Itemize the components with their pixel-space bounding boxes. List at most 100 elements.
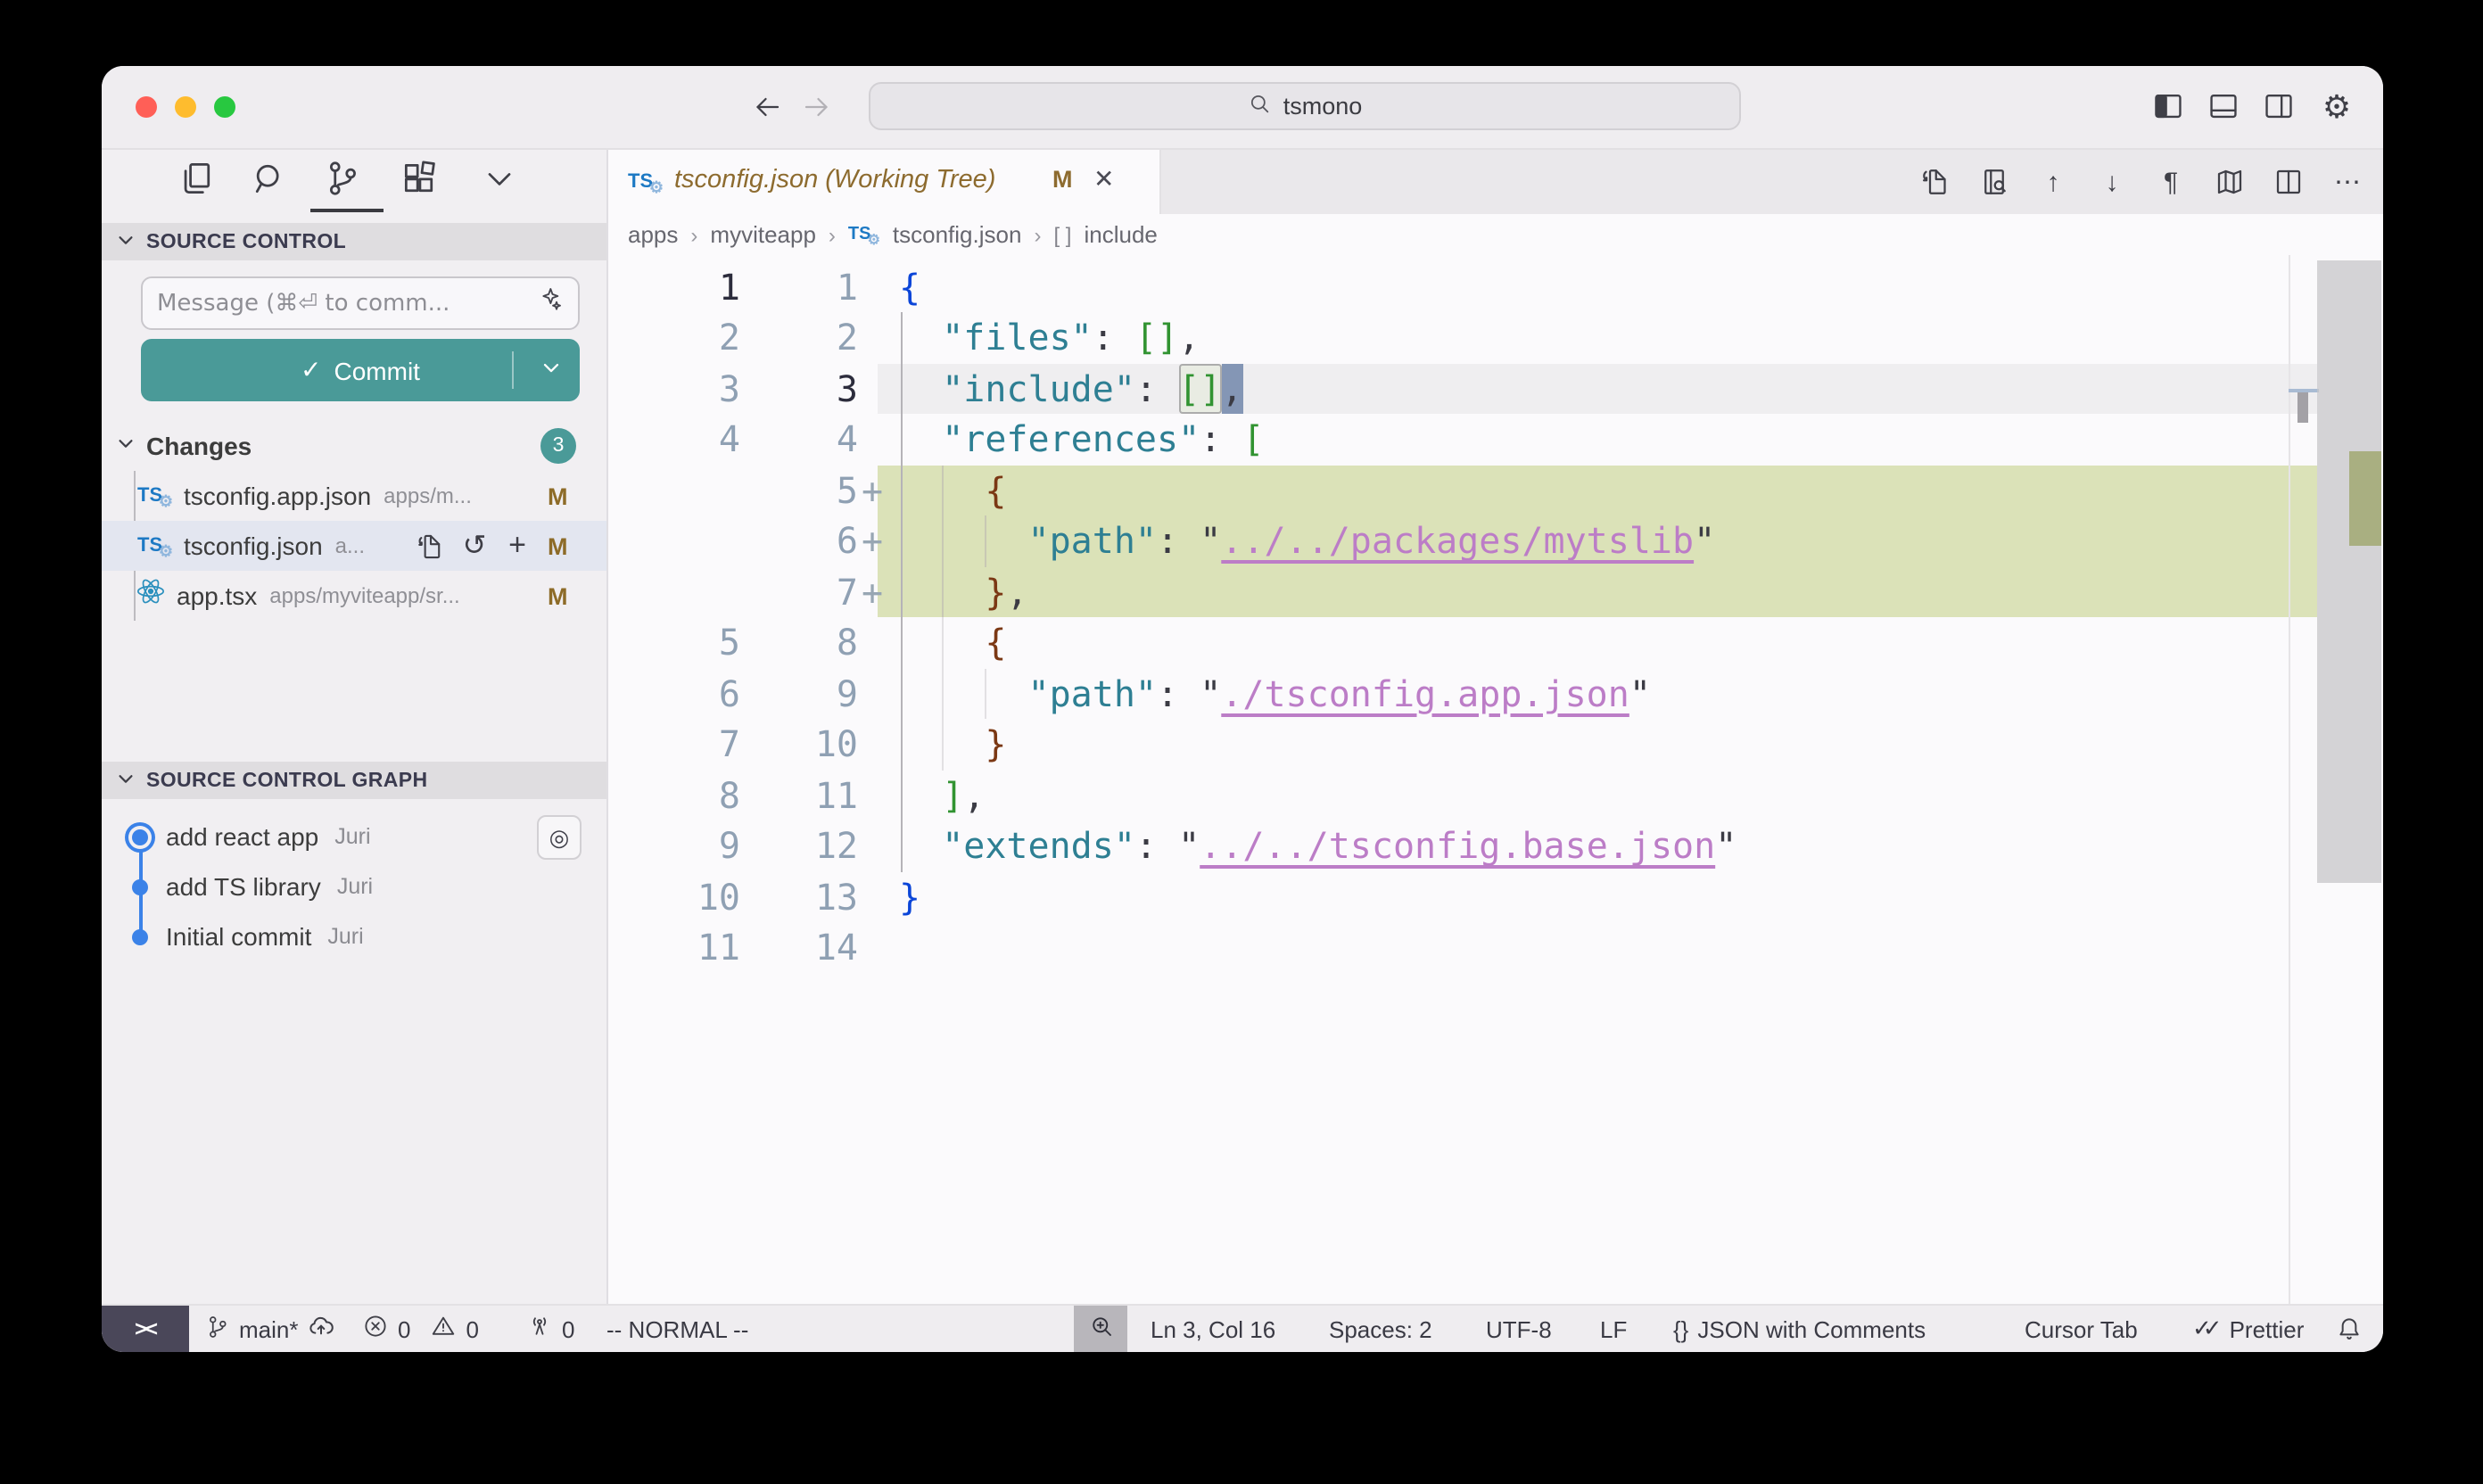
eol-item[interactable]: LF — [1600, 1306, 1627, 1352]
render-whitespace-pilcrow-icon[interactable]: ¶ — [2153, 164, 2189, 200]
views-chevron-down-icon[interactable] — [480, 159, 519, 198]
problems-status-item[interactable]: 0 0 — [362, 1306, 479, 1352]
commit-dot-icon — [132, 878, 148, 895]
next-change-arrow-down-icon[interactable]: ↓ — [2094, 164, 2130, 200]
close-tab-icon[interactable]: ✕ — [1093, 164, 1114, 194]
breadcrumb: apps › myviteapp › TS⚙ tsconfig.json › [… — [608, 214, 2383, 255]
error-circle-icon — [362, 1313, 389, 1345]
source-control-view-icon[interactable] — [323, 159, 362, 198]
language-mode-item[interactable]: {} JSON with Comments — [1673, 1306, 1926, 1352]
previous-change-arrow-up-icon[interactable]: ↑ — [2035, 164, 2071, 200]
chevron-down-icon — [116, 430, 136, 462]
split-editor-icon[interactable] — [2271, 164, 2306, 200]
explorer-files-icon[interactable] — [177, 159, 216, 198]
breadcrumb-item[interactable]: apps — [628, 221, 678, 248]
zoom-indicator[interactable] — [1074, 1306, 1127, 1352]
breadcrumb-item[interactable]: tsconfig.json — [893, 221, 1022, 248]
notifications-bell-icon[interactable] — [2335, 1306, 2363, 1352]
discard-changes-icon[interactable]: ↺ — [457, 528, 492, 564]
branch-status-item[interactable]: main* — [205, 1306, 336, 1352]
scrollbar-slider[interactable] — [2317, 260, 2381, 883]
toggle-secondary-sidebar-icon[interactable] — [2262, 89, 2297, 125]
code-row[interactable]: 912 "extends": "../../tsconfig.base.json… — [608, 820, 2381, 871]
overview-ruler-added-marker — [2349, 451, 2381, 546]
more-actions-icon[interactable]: ⋯ — [2330, 164, 2365, 200]
code-row[interactable]: 33 "include": [], — [608, 363, 2381, 414]
command-center-search[interactable]: tsmono — [869, 82, 1741, 130]
changed-file-row-selected[interactable]: TS⚙ tsconfig.json a... ↺ + M — [102, 521, 606, 571]
remote-indicator[interactable]: >< — [102, 1306, 189, 1352]
code-row[interactable]: 11{ — [608, 261, 2381, 312]
map-outline-icon[interactable] — [2212, 164, 2248, 200]
graph-commit-row[interactable]: add react app Juri — [102, 812, 606, 862]
extensions-view-icon[interactable] — [400, 159, 439, 198]
editor-actions: ↑ ↓ ¶ ⋯ — [1918, 150, 2365, 214]
changed-file-row[interactable]: TS⚙ tsconfig.app.json apps/m... M — [102, 471, 606, 521]
graph-commit-row[interactable]: add TS library Juri — [102, 862, 606, 911]
toggle-panel-icon[interactable] — [2207, 89, 2242, 125]
indentation-item[interactable]: Spaces: 2 — [1329, 1306, 1432, 1352]
status-bar: >< main* 0 0 0 -- NORMAL -- Ln 3, Col 16 — [102, 1304, 2383, 1352]
code-row[interactable]: 1114 — [608, 922, 2381, 973]
tab-tsconfig-working-tree[interactable]: TS⚙ tsconfig.json (Working Tree) M ✕ — [608, 150, 1161, 214]
ports-status-item[interactable]: 0 — [526, 1306, 574, 1352]
indent-guide — [985, 515, 986, 566]
inline-view-book-search-icon[interactable] — [1976, 164, 2012, 200]
code-row[interactable]: 1013} — [608, 871, 2381, 922]
git-status-modified: M — [548, 482, 568, 509]
search-view-icon[interactable] — [250, 159, 289, 198]
tsconfig-file-icon: TS⚙ — [848, 222, 880, 247]
cursor-position-item[interactable]: Ln 3, Col 16 — [1151, 1306, 1275, 1352]
settings-gear-icon[interactable]: ⚙ — [2319, 89, 2355, 125]
toggle-primary-sidebar-icon[interactable] — [2151, 89, 2187, 125]
maximize-window-button[interactable] — [214, 96, 235, 118]
code-row[interactable]: 6+ "path": "../../packages/mytslib" — [608, 515, 2381, 566]
minimap-border — [2289, 254, 2290, 1304]
forward-arrow-icon[interactable] — [801, 91, 833, 123]
graph-commit-row[interactable]: Initial commit Juri — [102, 911, 606, 961]
close-window-button[interactable] — [136, 96, 157, 118]
changed-file-row[interactable]: app.tsx apps/myviteapp/sr... M — [102, 571, 606, 621]
breadcrumb-item[interactable]: myviteapp — [710, 221, 816, 248]
warning-triangle-icon — [430, 1313, 457, 1345]
breadcrumb-item[interactable]: include — [1084, 221, 1157, 248]
diff-editor[interactable]: 11{22 "files": [],33 "include": [],44 "r… — [608, 254, 2383, 1304]
open-changed-file-icon[interactable] — [1918, 164, 1953, 200]
code-row[interactable]: 811 ], — [608, 770, 2381, 820]
commit-button[interactable]: ✓ Commit — [141, 339, 580, 401]
search-icon — [1248, 91, 1273, 121]
source-control-graph-header[interactable]: SOURCE CONTROL GRAPH — [102, 762, 606, 799]
code-row[interactable]: 7+ }, — [608, 566, 2381, 617]
git-branch-icon — [205, 1314, 230, 1344]
source-control-section-header[interactable]: SOURCE CONTROL — [102, 223, 606, 260]
code-row[interactable]: 710 } — [608, 719, 2381, 770]
commit-dropdown-chevron-icon[interactable] — [539, 355, 564, 385]
graph-goto-target-icon[interactable]: ◎ — [537, 815, 582, 860]
indent-guide — [985, 668, 986, 719]
magnifier-plus-icon — [1087, 1313, 1114, 1345]
code-row[interactable]: 58 { — [608, 617, 2381, 668]
screen: tsmono ⚙ — [0, 0, 2483, 1484]
cloud-upload-sync-icon — [308, 1312, 336, 1346]
code-row[interactable]: 44 "references": [ — [608, 414, 2381, 465]
code-row[interactable]: 22 "files": [], — [608, 312, 2381, 363]
tsconfig-file-icon: TS⚙ — [137, 532, 173, 560]
code-row[interactable]: 69 "path": "./tsconfig.app.json" — [608, 668, 2381, 719]
tab-git-badge: M — [1052, 166, 1073, 193]
code-row[interactable]: 5+ { — [608, 465, 2381, 515]
cursor-tab-item[interactable]: Cursor Tab — [2025, 1306, 2138, 1352]
minimize-window-button[interactable] — [175, 96, 196, 118]
commit-check-icon: ✓ — [301, 355, 321, 385]
radio-tower-icon — [526, 1313, 553, 1345]
vim-mode-indicator[interactable]: -- NORMAL -- — [606, 1306, 748, 1352]
encoding-item[interactable]: UTF-8 — [1486, 1306, 1552, 1352]
open-file-icon[interactable] — [412, 528, 448, 564]
stage-changes-plus-icon[interactable]: + — [499, 528, 535, 564]
commit-message-input[interactable]: Message (⌘⏎ to comm... — [141, 276, 580, 330]
copilot-sparkle-icon[interactable] — [535, 285, 564, 321]
changes-section-header[interactable]: Changes 3 — [102, 423, 606, 469]
back-arrow-icon[interactable] — [751, 91, 783, 123]
formatter-item[interactable]: ✓✓ Prettier — [2192, 1306, 2304, 1352]
commit-split-divider — [512, 351, 514, 389]
changes-count-badge: 3 — [540, 428, 576, 464]
